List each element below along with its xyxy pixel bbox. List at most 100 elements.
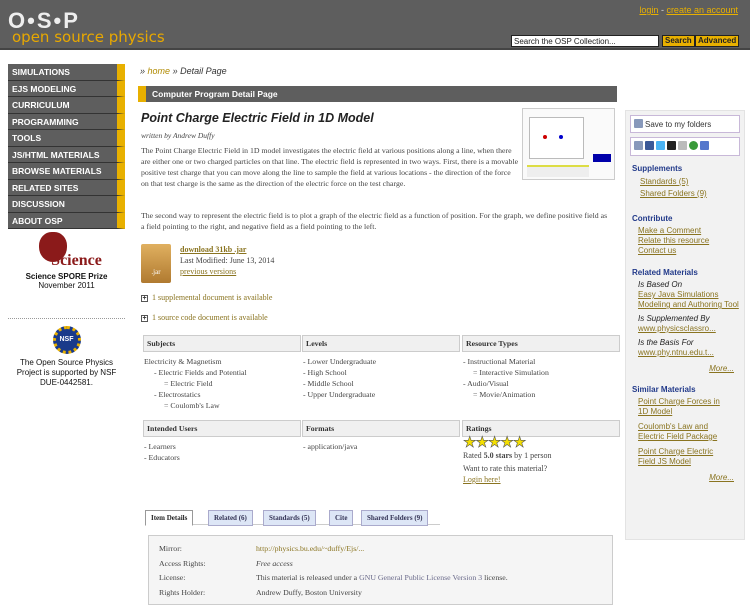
create-account-link[interactable]: create an account [666, 5, 738, 15]
resource-type-item[interactable]: - Instructional Material [463, 356, 619, 367]
subject-item[interactable]: - Electric Fields and Potential [144, 367, 300, 378]
nav-curriculum[interactable]: CURRICULUM [8, 97, 125, 114]
site-header: O•S•P open source physics login - create… [0, 0, 750, 50]
divider [8, 318, 125, 319]
reader-icon[interactable] [700, 141, 709, 150]
level-item[interactable]: - Upper Undergraduate [303, 389, 459, 400]
breadcrumb: » home » Detail Page [140, 66, 227, 76]
expand-icon: + [141, 315, 148, 322]
expand-icon: + [141, 295, 148, 302]
screenshot-thumbnail[interactable] [522, 108, 615, 180]
resource-type-item[interactable]: - Audio/Visual [463, 378, 619, 389]
page-title: Point Charge Electric Field in 1D Model [141, 111, 374, 125]
supplement-shared-folders-link[interactable]: Shared Folders (9) [640, 189, 707, 198]
save-to-folders-button[interactable]: Save to my folders [630, 115, 740, 133]
levels-header: Levels [302, 335, 460, 352]
star-icon: ★ [487, 435, 502, 451]
plus-icon [634, 119, 643, 128]
tab-item-details[interactable]: Item Details [145, 510, 194, 526]
ratings-panel: Ratings ★★★★★ Rated 5.0 stars by 1 perso… [462, 420, 620, 486]
resource-type-item[interactable]: = Movie/Animation [463, 389, 619, 400]
similar-more-link[interactable]: More... [709, 473, 734, 482]
download-link[interactable]: download 31kb .jar [180, 245, 246, 254]
make-comment-link[interactable]: Make a Comment [638, 226, 701, 235]
nav-browse[interactable]: BROWSE MATERIALS [8, 163, 125, 180]
related-group: Is Supplemented By www.physicsclassro... [638, 314, 716, 333]
main-nav: SIMULATIONS EJS MODELING CURRICULUM PROG… [8, 64, 125, 229]
similar-link[interactable]: Point Charge Forces in 1D Model [638, 397, 720, 416]
related-link[interactable]: www.phy.ntnu.edu.t... [638, 348, 714, 357]
login-to-rate-link[interactable]: Login here! [463, 475, 501, 484]
similar-link[interactable]: Point Charge Electric Field JS Model [638, 447, 713, 466]
login-link[interactable]: login [639, 5, 658, 15]
related-link[interactable]: www.physicsclassro... [638, 324, 716, 333]
twitter-icon[interactable] [656, 141, 665, 150]
related-more-link[interactable]: More... [709, 364, 734, 373]
breadcrumb-sep: » [140, 66, 146, 76]
tab-shared-folders[interactable]: Shared Folders (9) [361, 510, 429, 526]
users-panel: Intended Users - Learners - Educators [143, 420, 301, 467]
detail-row-license: License: This material is released under … [159, 573, 508, 582]
detail-row-access: Access Rights: Free access [159, 558, 293, 568]
description-2: The second way to represent the electric… [141, 211, 608, 231]
level-item[interactable]: - Middle School [303, 378, 459, 389]
similar-link[interactable]: Coulomb's Law and Electric Field Package [638, 422, 717, 441]
stumbleupon-icon[interactable] [689, 141, 698, 150]
license-link[interactable]: GNU General Public License Version 3 [359, 573, 482, 582]
nsf-award[interactable]: NSF The Open Source Physics Project is s… [8, 326, 125, 388]
advanced-search-button[interactable]: Advanced [695, 35, 740, 47]
author: written by Andrew Duffy [141, 131, 215, 140]
nav-programming[interactable]: PROGRAMMING [8, 113, 125, 130]
nav-tools[interactable]: TOOLS [8, 130, 125, 147]
logo-subtitle: open source physics [12, 28, 165, 46]
related-group: Is the Basis For www.phy.ntnu.edu.t... [638, 338, 714, 357]
tab-standards[interactable]: Standards (5) [263, 510, 316, 526]
nav-discussion[interactable]: DISCUSSION [8, 196, 125, 213]
user-item: - Educators [144, 453, 180, 462]
nav-js-html[interactable]: JS/HTML MATERIALS [8, 146, 125, 163]
contact-us-link[interactable]: Contact us [638, 246, 676, 255]
source-label: 1 source code document is available [152, 313, 268, 322]
resource-type-item[interactable]: = Interactive Simulation [463, 367, 619, 378]
nav-ejs-modeling[interactable]: EJS MODELING [8, 80, 125, 97]
subject-item[interactable]: = Coulomb's Law [144, 400, 300, 411]
facebook-icon[interactable] [645, 141, 654, 150]
previous-versions-link[interactable]: previous versions [180, 267, 236, 276]
subjects-panel: Subjects Electricity & Magnetism - Elect… [143, 335, 301, 415]
level-item[interactable]: - High School [303, 367, 459, 378]
jar-file-icon[interactable]: .jar [141, 244, 171, 283]
right-column: Save to my folders Supplements Standards… [625, 110, 745, 540]
subject-item[interactable]: = Electric Field [144, 378, 300, 389]
nav-related-sites[interactable]: RELATED SITES [8, 179, 125, 196]
subject-item[interactable]: Electricity & Magnetism [144, 356, 300, 367]
mirror-link[interactable]: http://physics.bu.edu/~duffy/Ejs/... [256, 544, 364, 559]
addthis-icon[interactable] [634, 141, 643, 150]
nav-about[interactable]: ABOUT OSP [8, 212, 125, 229]
delicious-icon[interactable] [667, 141, 676, 150]
item-details-panel: Mirror: http://physics.bu.edu/~duffy/Ejs/… [148, 535, 613, 605]
science-award[interactable]: Science Science SPORE Prize November 201… [8, 232, 125, 290]
tab-related[interactable]: Related (6) [208, 510, 253, 526]
nav-simulations[interactable]: SIMULATIONS [8, 64, 125, 81]
formats-panel: Formats - application/java [302, 420, 460, 456]
user-item: - Learners [144, 442, 176, 451]
related-link[interactable]: Easy Java Simulations Modeling and Autho… [638, 290, 739, 309]
breadcrumb-sep: » [172, 66, 178, 76]
search-button[interactable]: Search [662, 35, 695, 47]
source-toggle[interactable]: +1 source code document is available [141, 313, 268, 322]
tab-cite[interactable]: Cite [329, 510, 354, 526]
supplemental-toggle[interactable]: +1 supplemental document is available [141, 293, 272, 302]
star-icon: ★ [475, 435, 489, 451]
search-input[interactable] [511, 35, 659, 47]
prize-date: November 2011 [38, 281, 95, 290]
relate-resource-link[interactable]: Relate this resource [638, 236, 709, 245]
supplements-heading: Supplements [632, 164, 683, 173]
star-icon: ★ [500, 435, 514, 451]
detail-tabs: Item Details Related (6) Standards (5) C… [145, 509, 440, 526]
subject-item[interactable]: - Electrostatics [144, 389, 300, 400]
level-item[interactable]: - Lower Undergraduate [303, 356, 459, 367]
digg-icon[interactable] [678, 141, 687, 150]
supplement-standards-link[interactable]: Standards (5) [640, 177, 688, 186]
breadcrumb-home[interactable]: home [148, 66, 171, 76]
levels-panel: Levels - Lower Undergraduate - High Scho… [302, 335, 460, 404]
